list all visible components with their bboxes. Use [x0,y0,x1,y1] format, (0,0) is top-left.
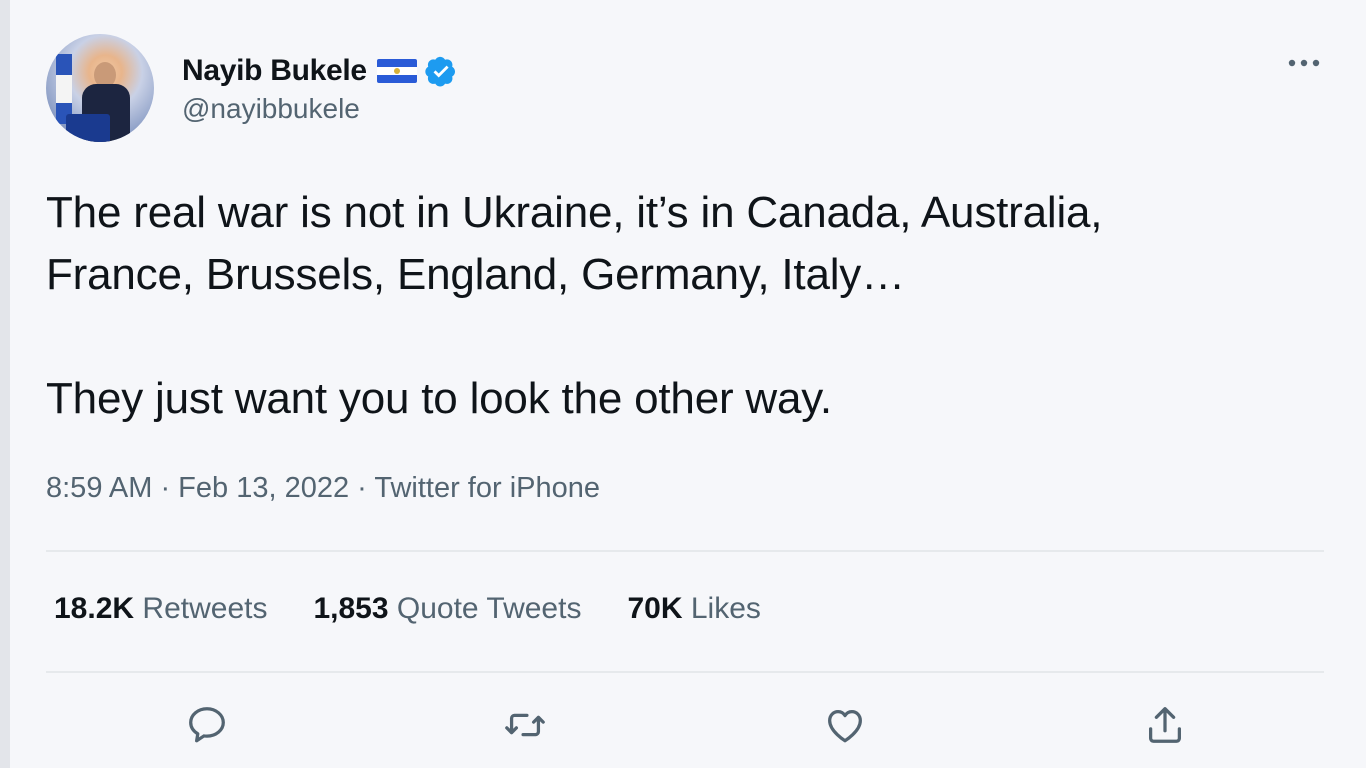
tweet-meta[interactable]: 8:59 AM · Feb 13, 2022 · Twitter for iPh… [46,472,600,505]
divider [46,671,1324,673]
retweets-count: 18.2K [54,592,135,625]
tweet-header: Nayib Bukele @nayibbukele [46,34,457,142]
name-row: Nayib Bukele [182,51,457,91]
quote-tweets-count: 1,853 [313,592,389,625]
retweets-label: Retweets [142,592,268,625]
likes-stat[interactable]: 70K Likes [627,592,760,626]
retweet-icon[interactable] [500,700,550,750]
reply-icon[interactable] [182,700,232,750]
engagement-stats: 18.2K Retweets 1,853 Quote Tweets 70K Li… [54,592,807,626]
likes-label: Likes [690,592,761,625]
quote-tweets-stat[interactable]: 1,853 Quote Tweets [313,592,581,626]
quote-tweets-label: Quote Tweets [396,592,582,625]
author-info: Nayib Bukele @nayibbukele [182,51,457,125]
tweet-text: The real war is not in Ukraine, it’s in … [46,188,1103,423]
action-bar [0,700,1366,750]
like-icon[interactable] [820,700,870,750]
avatar[interactable] [46,34,154,142]
verified-badge-icon [425,55,457,87]
el-salvador-flag-icon [376,58,417,84]
tweet-page: Nayib Bukele @nayibbukele The real war i… [0,0,1366,768]
window-edge [0,0,10,768]
retweets-stat[interactable]: 18.2K Retweets [54,592,267,626]
more-options-icon[interactable] [1286,56,1322,70]
handle[interactable]: @nayibbukele [182,93,457,125]
display-name[interactable]: Nayib Bukele [182,54,367,88]
share-icon[interactable] [1140,700,1190,750]
avatar-podium [66,114,110,142]
divider [46,550,1324,552]
likes-count: 70K [627,592,683,625]
